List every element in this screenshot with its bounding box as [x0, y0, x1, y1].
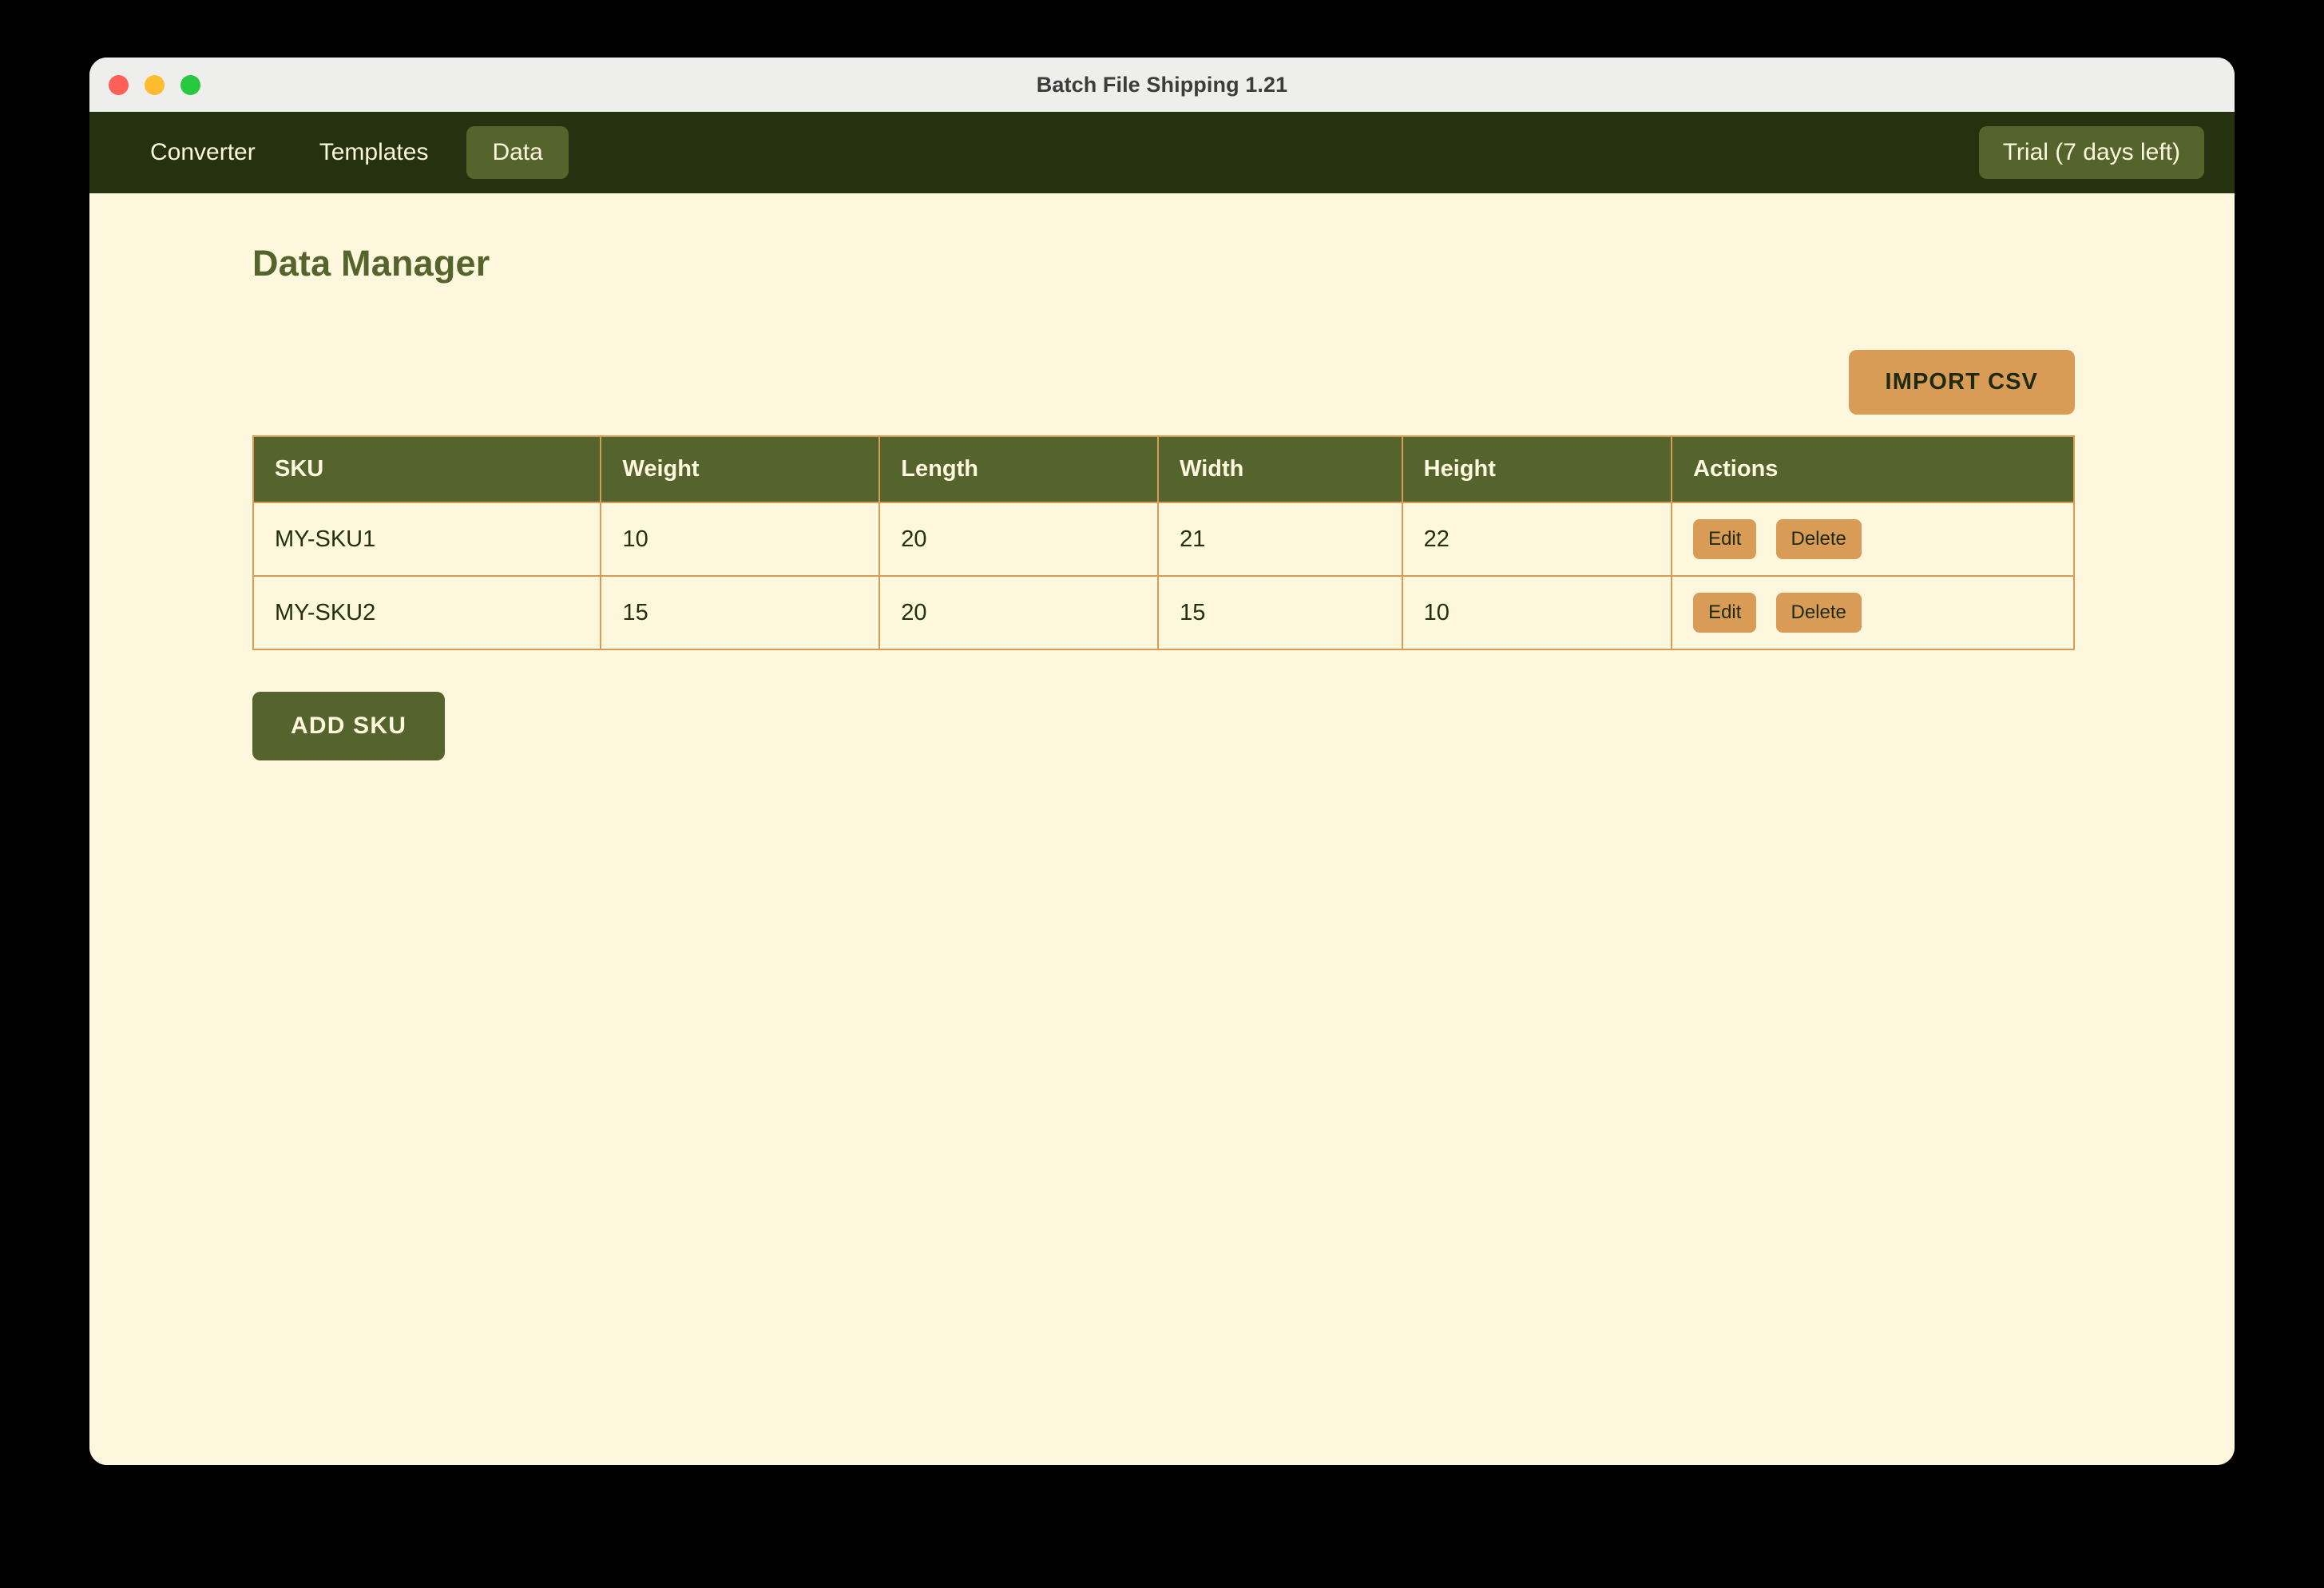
column-header-sku: SKU: [253, 436, 602, 502]
table-header-row: SKU Weight Length Width Height Actions: [253, 436, 2074, 502]
table-row: MY-SKU1 10 20 21 22 Edit Delete: [253, 502, 2074, 576]
cell-sku: MY-SKU1: [253, 502, 602, 576]
maximize-window-icon[interactable]: [180, 74, 200, 95]
cell-actions: Edit Delete: [1672, 502, 2074, 576]
cell-width: 15: [1158, 575, 1403, 649]
delete-row-button[interactable]: Delete: [1775, 519, 1862, 559]
page-title: Data Manager: [252, 243, 490, 284]
cell-weight: 15: [601, 575, 881, 649]
nav-tab-group: Converter Templates Data: [125, 126, 569, 179]
edit-row-button[interactable]: Edit: [1693, 593, 1757, 633]
edit-row-button[interactable]: Edit: [1693, 519, 1757, 559]
main-content: Data Manager IMPORT CSV SKU Weight Lengt…: [89, 193, 2235, 1465]
cell-sku: MY-SKU2: [253, 575, 602, 649]
traffic-light-group: [109, 58, 200, 112]
app-window: Batch File Shipping 1.21 Converter Templ…: [89, 58, 2235, 1465]
column-header-length: Length: [879, 436, 1160, 502]
add-sku-button[interactable]: ADD SKU: [252, 692, 446, 760]
trial-status-badge[interactable]: Trial (7 days left): [1978, 126, 2204, 179]
tab-data[interactable]: Data: [466, 126, 569, 179]
cell-width: 21: [1158, 502, 1403, 576]
delete-row-button[interactable]: Delete: [1775, 593, 1862, 633]
cell-length: 20: [879, 575, 1160, 649]
table-row: MY-SKU2 15 20 15 10 Edit Delete: [253, 575, 2074, 649]
column-header-weight: Weight: [601, 436, 881, 502]
sku-table-body: MY-SKU1 10 20 21 22 Edit Delete MY-SKU2: [253, 502, 2074, 649]
close-window-icon[interactable]: [109, 74, 129, 95]
content-container: Data Manager IMPORT CSV SKU Weight Lengt…: [89, 243, 2235, 760]
tab-converter[interactable]: Converter: [125, 126, 281, 179]
desktop-background: Batch File Shipping 1.21 Converter Templ…: [0, 0, 2324, 1588]
cell-height: 10: [1402, 575, 1673, 649]
cell-actions: Edit Delete: [1672, 575, 2074, 649]
tab-templates[interactable]: Templates: [294, 126, 454, 179]
column-header-actions: Actions: [1672, 436, 2074, 502]
cell-length: 20: [879, 502, 1160, 576]
column-header-width: Width: [1158, 436, 1403, 502]
sku-table-head: SKU Weight Length Width Height Actions: [253, 436, 2074, 502]
add-sku-container: ADD SKU: [252, 692, 2075, 760]
table-toolbar: IMPORT CSV: [252, 350, 2075, 415]
column-header-height: Height: [1402, 436, 1673, 502]
cell-height: 22: [1402, 502, 1673, 576]
sku-table: SKU Weight Length Width Height Actions M…: [252, 435, 2075, 650]
cell-weight: 10: [601, 502, 881, 576]
main-navbar: Converter Templates Data Trial (7 days l…: [89, 112, 2235, 193]
window-titlebar: Batch File Shipping 1.21: [89, 58, 2235, 112]
window-title: Batch File Shipping 1.21: [1036, 72, 1288, 97]
import-csv-button[interactable]: IMPORT CSV: [1848, 350, 2075, 415]
minimize-window-icon[interactable]: [145, 74, 165, 95]
